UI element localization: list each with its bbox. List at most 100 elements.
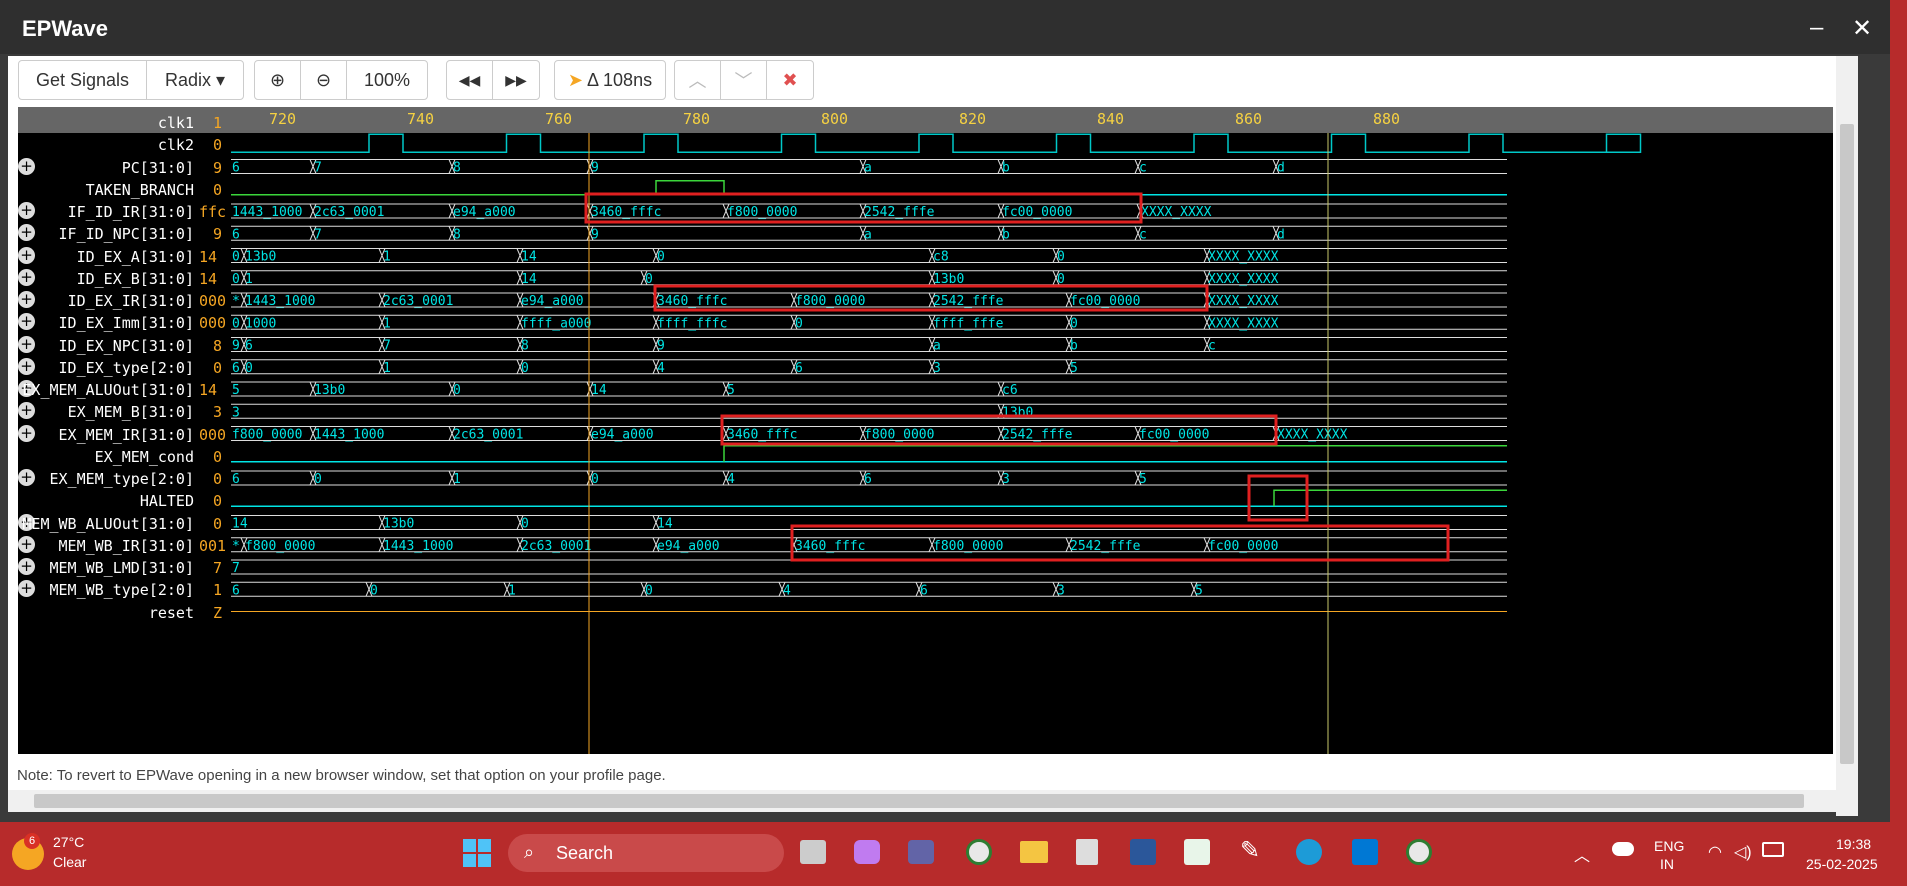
ruler-tick: 820 <box>959 110 987 128</box>
move-up-icon[interactable]: ︿ <box>675 61 721 99</box>
minimize-button[interactable]: ‒ <box>1810 14 1823 42</box>
expand-icon[interactable]: + <box>18 469 35 486</box>
bus-value: 4 <box>727 472 735 487</box>
bus-value: e94_a000 <box>453 205 516 220</box>
paint-icon[interactable] <box>1184 839 1210 865</box>
bus-value: * <box>232 539 240 554</box>
bus-value: b <box>1002 227 1010 242</box>
signal-label: clk2 <box>157 136 194 155</box>
zoom-level[interactable]: 100% <box>347 61 427 99</box>
next-edge-icon[interactable]: ▶▶ <box>493 61 539 99</box>
expand-icon[interactable]: + <box>18 224 35 242</box>
time-delta-button[interactable]: ➤ Δ 108ns <box>555 61 665 99</box>
bus-value: 6 <box>920 583 928 598</box>
expand-icon[interactable]: + <box>18 313 35 331</box>
bus-value: XXXX_XXXX <box>1208 250 1279 265</box>
signal-label: ID_EX_Imm[31:0] <box>58 314 194 333</box>
expand-icon[interactable]: + <box>18 535 35 553</box>
lang-primary[interactable]: ENG <box>1654 838 1684 854</box>
weather-desc[interactable]: Clear <box>53 854 86 870</box>
get-signals-button[interactable]: Get Signals <box>19 61 147 99</box>
bus-value: 7 <box>314 227 322 242</box>
expand-icon[interactable]: + <box>18 246 35 264</box>
expand-icon[interactable]: + <box>18 291 35 308</box>
bus-value: d <box>1277 161 1285 176</box>
bus-value: 13b0 <box>383 517 414 532</box>
bus-value: 1000 <box>245 316 276 331</box>
previous-edge-icon[interactable]: ◀◀ <box>447 61 493 99</box>
vertical-scrollbar[interactable] <box>1836 56 1858 816</box>
teams-icon[interactable] <box>908 840 934 864</box>
expand-icon[interactable]: + <box>18 268 35 286</box>
signal-name[interactable]: reset <box>40 600 194 627</box>
expand-icon[interactable]: + <box>18 558 35 575</box>
task-view-icon[interactable] <box>800 840 826 864</box>
wifi-icon[interactable]: ◠ <box>1708 842 1722 862</box>
bus-value: 14 <box>657 517 673 532</box>
bus-value: a <box>864 161 872 176</box>
vertical-scroll-thumb[interactable] <box>1840 124 1854 764</box>
expand-icon[interactable]: + <box>18 580 35 598</box>
expand-icon[interactable]: + <box>18 202 35 219</box>
expand-icon[interactable]: + <box>18 357 35 375</box>
start-icon[interactable] <box>463 839 491 867</box>
vscode-icon[interactable] <box>1352 839 1378 865</box>
volume-icon[interactable]: ◁) <box>1734 842 1752 862</box>
clock-date[interactable]: 25-02-2025 <box>1806 856 1878 872</box>
word-icon[interactable] <box>1130 839 1156 865</box>
signal-label: MEM_WB_LMD[31:0] <box>49 559 195 577</box>
time-ruler[interactable]: 720 740 760 780 800 820 840 860 880 <box>18 107 1833 133</box>
bus-value: 5 <box>1070 361 1078 376</box>
bus-value: 14 <box>521 272 537 287</box>
zoom-in-icon[interactable]: ⊕ <box>255 61 301 99</box>
chrome-icon[interactable] <box>966 839 992 865</box>
close-button[interactable]: ✕ <box>1852 14 1872 43</box>
signal-label: IF_ID_NPC[31:0] <box>58 225 194 244</box>
weather-temp[interactable]: 27°C <box>53 834 84 850</box>
bus-value: 14 <box>232 517 248 532</box>
bus-value: ffff_fffc <box>657 316 727 331</box>
cond-pulse <box>723 445 1507 462</box>
waveform-panel[interactable]: 6 7 8 9 a b c d 1443_1000 2c63_0001 e94_a000 3460_f… <box>18 107 1833 754</box>
bus-value: XXXX_XXXX <box>1208 316 1279 331</box>
onedrive-icon[interactable] <box>1612 842 1634 856</box>
file-explorer-icon[interactable] <box>1020 841 1048 863</box>
waveform-canvas: 6 7 8 9 a b c d 1443_1000 2c63_0001 e94_a000 3460_f… <box>231 107 1642 754</box>
bus-value: 9 <box>657 339 665 354</box>
zoom-out-icon[interactable]: ⊖ <box>301 61 347 99</box>
taskbar: 6 27°C Clear ⌕ Search ✎ ︿ ENG IN ◠ ◁) 19… <box>0 822 1907 886</box>
horizontal-scrollbar[interactable] <box>8 790 1836 812</box>
bus-value: 7 <box>314 161 322 176</box>
search-label: Search <box>556 843 614 863</box>
lang-secondary[interactable]: IN <box>1660 856 1674 872</box>
clock-wave <box>231 133 1642 153</box>
bus-value: 2542_fffe <box>1002 428 1073 443</box>
bus-value: 13b0 <box>245 250 276 265</box>
search-box[interactable]: ⌕ Search <box>508 834 784 872</box>
bus-value: 9 <box>591 227 599 242</box>
bus-value: 3460_fffc <box>727 428 797 443</box>
radix-dropdown[interactable]: Radix ▾ <box>147 61 243 99</box>
bus-value: 13b0 <box>1002 405 1033 420</box>
delete-icon[interactable]: ✖ <box>767 61 813 99</box>
chevron-up-icon[interactable]: ︿ <box>1574 842 1590 866</box>
snipping-tool-icon[interactable] <box>1076 839 1098 865</box>
bus-value: 6 <box>245 339 253 354</box>
bus-value: 6 <box>232 161 240 176</box>
bus-value: 1 <box>508 583 516 598</box>
bus-value: e94_a000 <box>591 428 654 443</box>
clock-time[interactable]: 19:38 <box>1836 836 1871 852</box>
bus-value: 0 <box>232 272 240 287</box>
expand-icon[interactable]: + <box>18 424 35 442</box>
move-down-icon[interactable]: ﹀ <box>721 61 767 99</box>
code-editor-icon[interactable]: ✎ <box>1240 836 1260 865</box>
copilot-icon[interactable] <box>854 840 880 864</box>
expand-icon[interactable]: + <box>18 335 35 353</box>
expand-icon[interactable]: + <box>18 402 35 420</box>
horizontal-scroll-thumb[interactable] <box>34 794 1804 808</box>
expand-icon[interactable]: + <box>18 157 35 175</box>
edge-icon[interactable] <box>1296 839 1322 865</box>
chrome-profile-icon[interactable] <box>1406 839 1432 865</box>
bus-value: 0 <box>645 583 653 598</box>
battery-icon[interactable] <box>1762 842 1784 857</box>
